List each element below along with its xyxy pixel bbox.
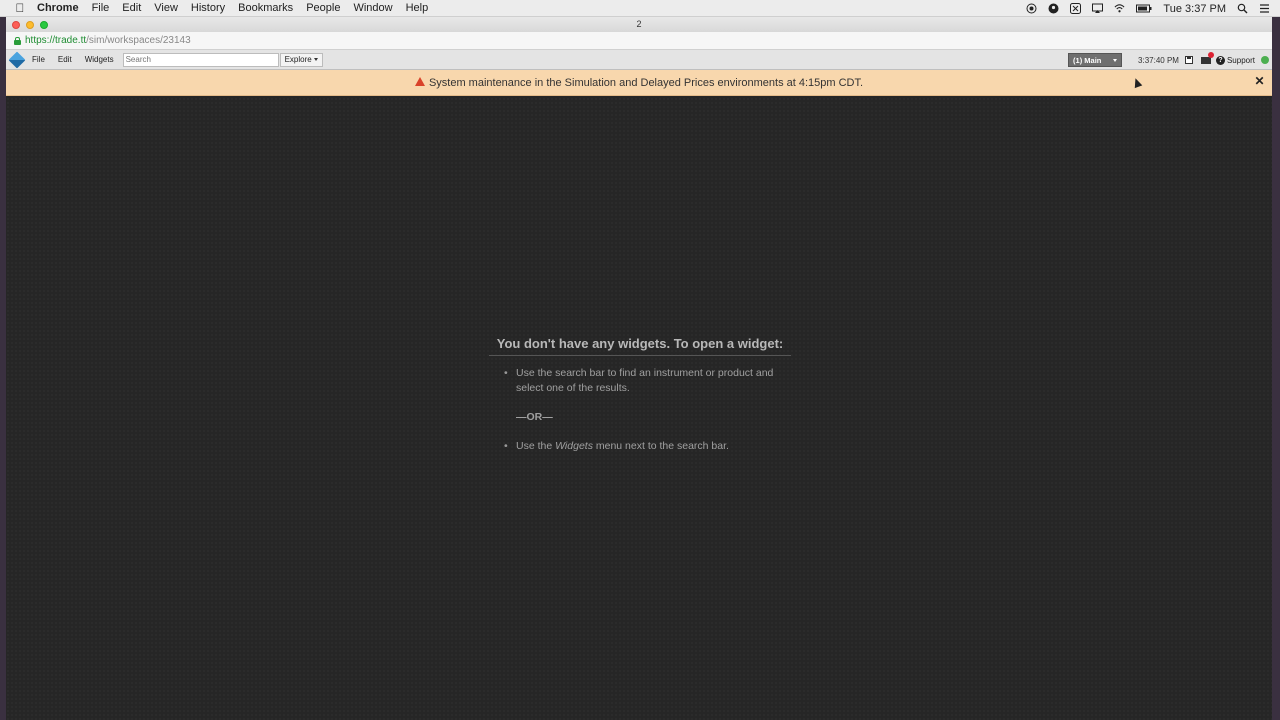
url-path[interactable]: /sim/workspaces/23143 bbox=[86, 35, 191, 46]
menu-bookmarks[interactable]: Bookmarks bbox=[238, 2, 293, 14]
search-input[interactable] bbox=[122, 52, 279, 67]
window-title: 2 bbox=[636, 19, 642, 29]
instruction-widgets-menu: Use the Widgets menu next to the search … bbox=[504, 439, 791, 454]
tt-logo-icon[interactable] bbox=[8, 51, 26, 68]
save-icon[interactable] bbox=[1184, 56, 1193, 64]
airplay-icon[interactable] bbox=[1092, 3, 1104, 14]
banner-message: System maintenance in the Simulation and… bbox=[428, 76, 864, 89]
workspace-select[interactable]: (1) Main bbox=[1068, 53, 1123, 67]
address-bar[interactable]: https://trade.tt/sim/workspaces/23143 bbox=[6, 32, 1272, 50]
instruction-prefix: Use the bbox=[516, 440, 556, 452]
location-pin-icon[interactable] bbox=[1048, 3, 1059, 14]
menubar-clock[interactable]: Tue 3:37 PM bbox=[1163, 3, 1226, 15]
or-separator: —OR— bbox=[516, 411, 553, 423]
close-box-icon[interactable] bbox=[1070, 3, 1082, 14]
wifi-icon[interactable] bbox=[1114, 3, 1125, 14]
workspace-label: (1) Main bbox=[1073, 55, 1102, 65]
url-host[interactable]: https://trade.tt bbox=[25, 35, 86, 46]
help-icon[interactable]: ? bbox=[1215, 55, 1225, 65]
app-menu-edit[interactable]: Edit bbox=[58, 55, 72, 64]
empty-state: You don't have any widgets. To open a wi… bbox=[489, 336, 791, 454]
empty-state-title: You don't have any widgets. To open a wi… bbox=[489, 336, 791, 356]
messages-icon[interactable] bbox=[1200, 51, 1214, 64]
menubar-status-area: Tue 3:37 PM bbox=[1026, 0, 1270, 17]
maintenance-banner: System maintenance in the Simulation and… bbox=[6, 70, 1272, 96]
messages-badge bbox=[1207, 51, 1214, 58]
empty-state-instructions: Use the search bar to find an instrument… bbox=[489, 366, 791, 454]
explore-button[interactable]: Explore bbox=[279, 52, 323, 67]
chevron-down-icon bbox=[1113, 58, 1118, 62]
explore-label: Explore bbox=[284, 55, 312, 64]
menu-file[interactable]: File bbox=[92, 2, 110, 14]
record-icon[interactable] bbox=[1026, 3, 1037, 14]
instruction-suffix: menu next to the search bar. bbox=[592, 440, 729, 452]
menu-app-name[interactable]: Chrome bbox=[37, 2, 79, 14]
chevron-down-icon bbox=[313, 58, 318, 61]
toolbar-right: (1) Main 3:37:40 PM ? Support bbox=[1068, 50, 1272, 70]
app-toolbar: File Edit Widgets Explore (1) Main 3:37:… bbox=[6, 50, 1272, 70]
app-clock: 3:37:40 PM bbox=[1138, 55, 1179, 65]
browser-window: 2 https://trade.tt/sim/workspaces/23143 … bbox=[6, 17, 1272, 720]
instruction-search: Use the search bar to find an instrument… bbox=[504, 366, 791, 396]
menu-window[interactable]: Window bbox=[353, 2, 392, 14]
connection-status-icon[interactable] bbox=[1261, 56, 1269, 64]
apple-logo-icon[interactable]:  bbox=[13, 1, 27, 15]
warning-icon bbox=[414, 77, 425, 86]
app-menu-file[interactable]: File bbox=[32, 55, 45, 64]
notification-center-icon[interactable] bbox=[1259, 3, 1270, 14]
menu-help[interactable]: Help bbox=[406, 2, 429, 14]
app-menu-widgets[interactable]: Widgets bbox=[85, 55, 114, 64]
battery-icon[interactable] bbox=[1136, 3, 1152, 14]
instruction-widgets-word: Widgets bbox=[555, 440, 593, 452]
close-icon[interactable]: ✕ bbox=[1254, 75, 1265, 87]
menu-edit[interactable]: Edit bbox=[122, 2, 141, 14]
title-bar[interactable]: 2 bbox=[6, 17, 1272, 32]
spotlight-search-icon[interactable] bbox=[1237, 3, 1248, 14]
menu-people[interactable]: People bbox=[306, 2, 340, 14]
support-link[interactable]: Support bbox=[1227, 56, 1255, 65]
mac-menubar:  Chrome File Edit View History Bookmark… bbox=[0, 0, 1280, 17]
lock-icon[interactable] bbox=[14, 36, 21, 45]
menu-view[interactable]: View bbox=[154, 2, 178, 14]
workspace-area[interactable]: You don't have any widgets. To open a wi… bbox=[6, 97, 1272, 720]
menu-history[interactable]: History bbox=[191, 2, 225, 14]
